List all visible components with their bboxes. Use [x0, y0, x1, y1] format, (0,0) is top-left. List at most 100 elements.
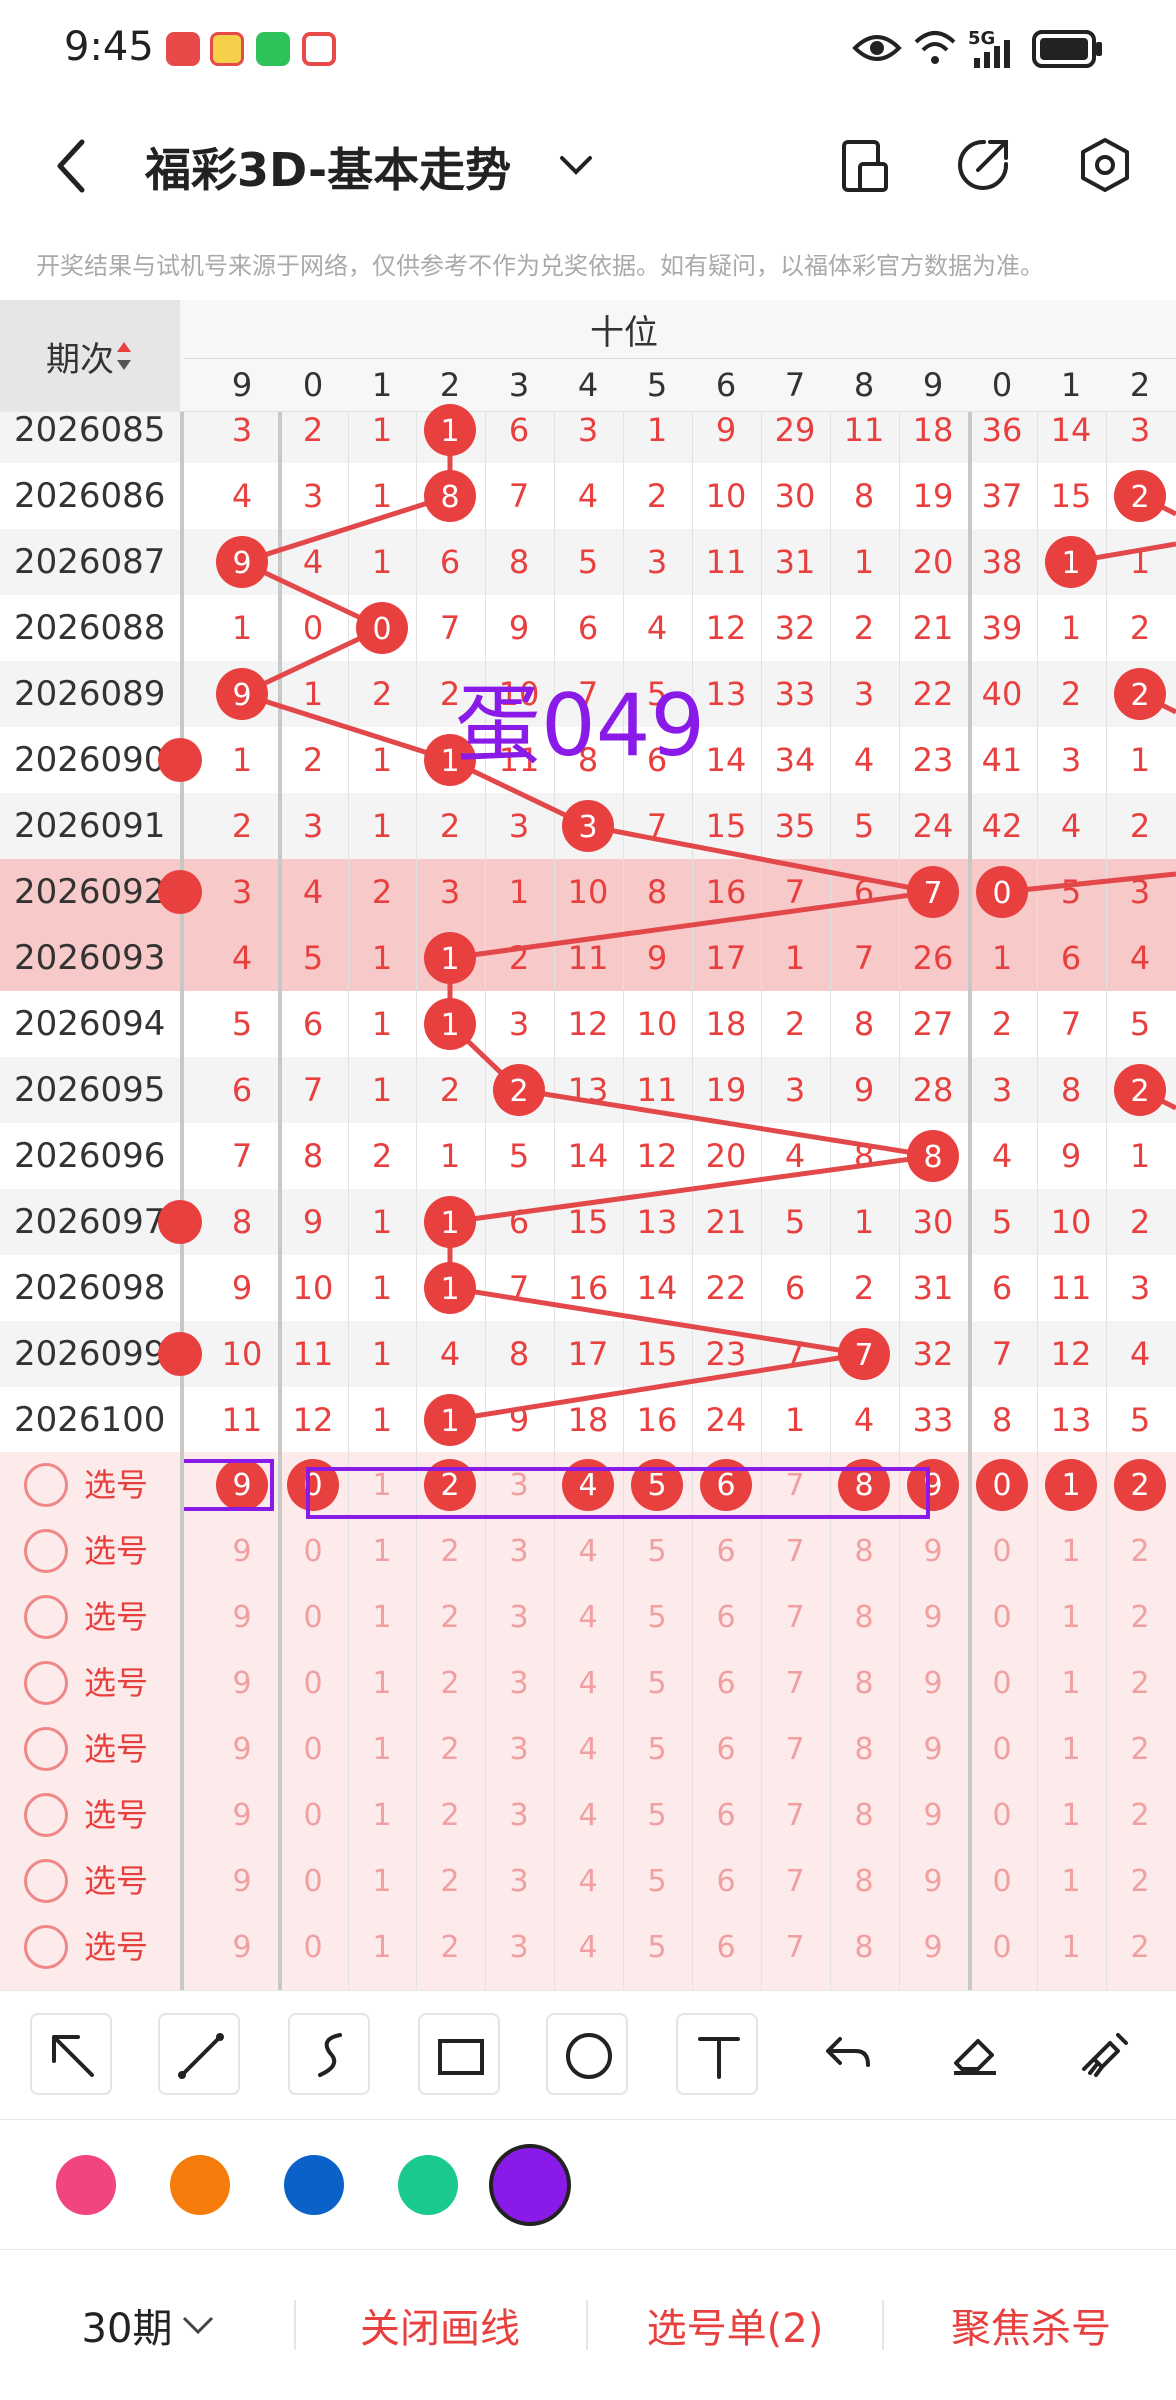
- color-swatch-selected[interactable]: [489, 2144, 571, 2226]
- pick-digit[interactable]: 9: [899, 1527, 968, 1575]
- color-swatch[interactable]: [398, 2155, 458, 2215]
- pick-digit[interactable]: 2: [416, 1857, 485, 1905]
- pick-digit[interactable]: 1: [1037, 1527, 1106, 1575]
- pick-digit[interactable]: 5: [623, 1593, 692, 1641]
- pick-radio[interactable]: [24, 1529, 68, 1573]
- pick-digit[interactable]: 1: [1037, 1659, 1106, 1707]
- pick-digit[interactable]: 3: [485, 1527, 554, 1575]
- pick-digit[interactable]: 0: [968, 1659, 1037, 1707]
- pick-digit[interactable]: 9: [208, 1791, 277, 1839]
- pick-digit[interactable]: 3: [485, 1725, 554, 1773]
- pick-digit[interactable]: 9: [899, 1725, 968, 1773]
- pick-digit[interactable]: 0: [279, 1923, 348, 1971]
- pick-label[interactable]: 选号: [84, 1859, 148, 1903]
- pick-digit[interactable]: 0: [279, 1527, 348, 1575]
- pick-digit[interactable]: 1: [1037, 1857, 1106, 1905]
- text-tool[interactable]: [676, 2013, 758, 2095]
- freehand-tool[interactable]: [288, 2013, 370, 2095]
- pick-digit[interactable]: 6: [692, 1923, 761, 1971]
- share-icon[interactable]: [954, 136, 1012, 194]
- pick-digit[interactable]: 1: [348, 1791, 417, 1839]
- pick-digit[interactable]: 9: [208, 1857, 277, 1905]
- color-swatch[interactable]: [284, 2155, 344, 2215]
- rectangle-tool[interactable]: [418, 2013, 500, 2095]
- pick-digit[interactable]: 2: [1106, 1857, 1175, 1905]
- pick-digit[interactable]: 1: [348, 1527, 417, 1575]
- pick-digit[interactable]: 2: [416, 1659, 485, 1707]
- close-lines-button[interactable]: 关闭画线: [300, 2250, 580, 2400]
- pick-digit[interactable]: 8: [830, 1857, 899, 1905]
- pick-digit[interactable]: 8: [830, 1527, 899, 1575]
- pick-digit[interactable]: 0: [279, 1725, 348, 1773]
- pick-digit[interactable]: 2: [1106, 1527, 1175, 1575]
- eraser-tool[interactable]: [934, 2013, 1016, 2095]
- pick-digit[interactable]: 8: [830, 1791, 899, 1839]
- pick-label[interactable]: 选号: [84, 1925, 148, 1969]
- pick-digit[interactable]: 9: [208, 1659, 277, 1707]
- pick-digit[interactable]: 2: [1106, 1593, 1175, 1641]
- pick-digit[interactable]: 6: [692, 1593, 761, 1641]
- pick-digit[interactable]: 9: [899, 1593, 968, 1641]
- pick-digit[interactable]: 7: [761, 1527, 830, 1575]
- pick-digit[interactable]: 1: [348, 1593, 417, 1641]
- user-annotation-text[interactable]: 蛋049: [455, 676, 705, 776]
- pick-digit[interactable]: 2: [416, 1725, 485, 1773]
- pick-digit[interactable]: 7: [761, 1857, 830, 1905]
- selected-digit-ball[interactable]: 0: [976, 1459, 1028, 1511]
- pick-digit[interactable]: 8: [830, 1593, 899, 1641]
- pick-digit[interactable]: 9: [208, 1593, 277, 1641]
- pick-digit[interactable]: 4: [554, 1923, 623, 1971]
- pick-digit[interactable]: 0: [279, 1791, 348, 1839]
- pick-digit[interactable]: 1: [348, 1857, 417, 1905]
- pick-digit[interactable]: 7: [761, 1923, 830, 1971]
- pick-digit[interactable]: 1: [1037, 1725, 1106, 1773]
- pick-list-button[interactable]: 选号单(2): [590, 2250, 880, 2400]
- pick-radio[interactable]: [24, 1595, 68, 1639]
- pick-digit[interactable]: 2: [1106, 1791, 1175, 1839]
- pick-digit[interactable]: 1: [1037, 1791, 1106, 1839]
- pick-radio[interactable]: [24, 1925, 68, 1969]
- pick-digit[interactable]: 9: [208, 1725, 277, 1773]
- pick-radio[interactable]: [24, 1859, 68, 1903]
- pick-digit[interactable]: 2: [416, 1791, 485, 1839]
- pick-digit[interactable]: 4: [554, 1725, 623, 1773]
- period-selector[interactable]: 30期: [40, 2250, 260, 2400]
- pick-digit[interactable]: 1: [1037, 1923, 1106, 1971]
- selected-digit-ball[interactable]: 1: [1045, 1459, 1097, 1511]
- pick-digit[interactable]: 1: [1037, 1593, 1106, 1641]
- pick-digit[interactable]: 2: [1106, 1923, 1175, 1971]
- pick-digit[interactable]: 6: [692, 1857, 761, 1905]
- pick-digit[interactable]: 5: [623, 1659, 692, 1707]
- pick-digit[interactable]: 9: [899, 1857, 968, 1905]
- back-icon[interactable]: [52, 136, 92, 196]
- pick-label[interactable]: 选号: [84, 1793, 148, 1837]
- pick-digit[interactable]: 4: [554, 1593, 623, 1641]
- pick-digit[interactable]: 9: [899, 1923, 968, 1971]
- pick-radio[interactable]: [24, 1727, 68, 1771]
- pick-digit[interactable]: 2: [416, 1923, 485, 1971]
- pick-digit[interactable]: 5: [623, 1791, 692, 1839]
- pick-digit[interactable]: 1: [348, 1659, 417, 1707]
- undo-tool[interactable]: [806, 2013, 888, 2095]
- pick-digit[interactable]: 3: [485, 1593, 554, 1641]
- pick-digit[interactable]: 0: [968, 1593, 1037, 1641]
- pick-label[interactable]: 选号: [84, 1529, 148, 1573]
- line-tool[interactable]: [158, 2013, 240, 2095]
- user-drawn-rectangle[interactable]: [306, 1467, 930, 1519]
- pick-digit[interactable]: 5: [623, 1857, 692, 1905]
- chevron-down-icon[interactable]: [558, 150, 594, 180]
- pick-radio[interactable]: [24, 1661, 68, 1705]
- pick-digit[interactable]: 9: [208, 1527, 277, 1575]
- page-title[interactable]: 福彩3D-基本走势: [145, 134, 511, 200]
- pick-radio[interactable]: [24, 1463, 68, 1507]
- pick-digit[interactable]: 4: [554, 1659, 623, 1707]
- pick-label[interactable]: 选号: [84, 1595, 148, 1639]
- portrait-icon[interactable]: [838, 136, 892, 196]
- pick-digit[interactable]: 0: [968, 1857, 1037, 1905]
- pick-digit[interactable]: 9: [208, 1923, 277, 1971]
- color-swatch[interactable]: [56, 2155, 116, 2215]
- pick-digit[interactable]: 0: [968, 1527, 1037, 1575]
- pick-digit[interactable]: 2: [1106, 1725, 1175, 1773]
- pick-digit[interactable]: 2: [1106, 1659, 1175, 1707]
- pick-digit[interactable]: 0: [968, 1923, 1037, 1971]
